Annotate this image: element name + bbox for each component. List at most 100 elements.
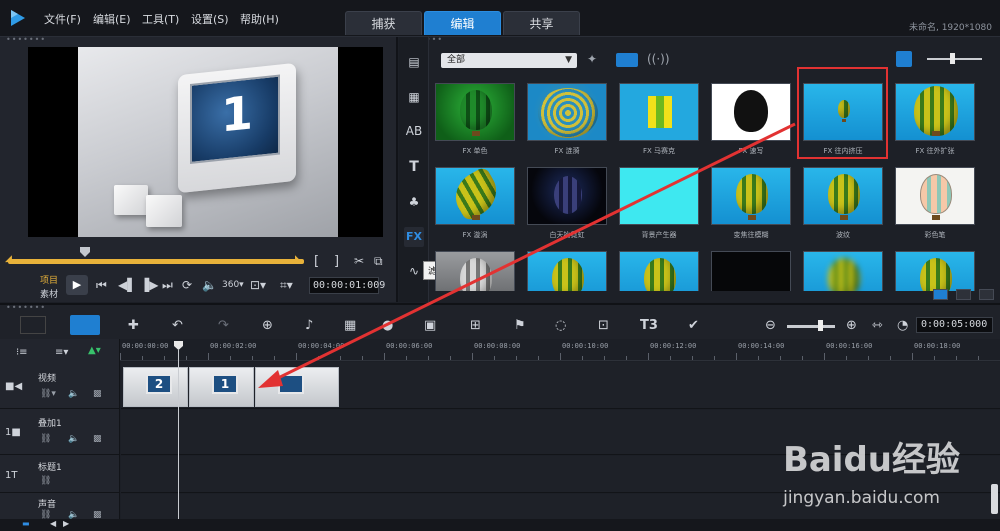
- trim-start-marker[interactable]: ◢: [5, 254, 12, 264]
- track-volume-icon[interactable]: 🔈: [68, 389, 79, 399]
- filter-fx-icon[interactable]: FX: [404, 227, 424, 247]
- track-manager-icon[interactable]: ⁝≡: [16, 347, 28, 358]
- sound-mixer-icon[interactable]: ♪: [305, 318, 313, 333]
- show-video-filters-button[interactable]: [616, 53, 638, 67]
- link-icon[interactable]: ⛓▾: [40, 389, 56, 399]
- zoom-in-icon[interactable]: ⊕: [846, 318, 857, 333]
- menu-file[interactable]: 文件(F): [44, 11, 81, 27]
- zoom-slider[interactable]: [787, 325, 835, 328]
- auto-music-icon[interactable]: ▦: [344, 318, 356, 333]
- menu-tools[interactable]: 工具(T): [142, 11, 179, 27]
- timeline-view-button[interactable]: [70, 315, 100, 335]
- fit-project-icon[interactable]: ⇿: [872, 318, 883, 333]
- preview-timecode[interactable]: 00:00:01:009: [309, 277, 385, 294]
- scroll-right-icon[interactable]: ▶: [63, 519, 69, 528]
- menu-help[interactable]: 帮助(H): [240, 11, 279, 27]
- video-clip[interactable]: [255, 367, 339, 407]
- list-view-button[interactable]: [933, 289, 948, 300]
- filter-item[interactable]: [711, 251, 791, 291]
- speed-icon[interactable]: ⚑: [514, 318, 526, 333]
- filter-item[interactable]: FX 单色: [435, 83, 515, 156]
- filter-item[interactable]: [435, 251, 515, 291]
- redo-icon[interactable]: ↷: [218, 318, 229, 333]
- undo-icon[interactable]: ↶: [172, 318, 183, 333]
- 360-icon[interactable]: 360▾: [222, 280, 244, 290]
- filter-item[interactable]: 背景产生器: [619, 167, 699, 240]
- tools-icon[interactable]: ✚: [128, 318, 139, 333]
- aspect-ratio-icon[interactable]: ⊡▾: [250, 278, 266, 292]
- record-capture-icon[interactable]: ⊕: [262, 318, 273, 333]
- next-frame-icon[interactable]: ▐▶: [140, 278, 158, 292]
- scroll-left-icon[interactable]: ◀: [50, 519, 56, 528]
- enlarge-preview-icon[interactable]: ⧉: [374, 254, 383, 269]
- path-icon[interactable]: ∿: [404, 261, 424, 281]
- menu-settings[interactable]: 设置(S): [191, 11, 229, 27]
- filter-item[interactable]: FX 马赛克: [619, 83, 699, 156]
- panel-grip[interactable]: •••••••: [6, 303, 46, 312]
- filter-item[interactable]: [895, 251, 975, 291]
- thumbnail-view-button[interactable]: [896, 51, 912, 67]
- mark-out-button[interactable]: ]: [334, 254, 339, 269]
- video-clip[interactable]: 1: [189, 367, 254, 407]
- filter-item[interactable]: 变焦往模糊: [711, 167, 791, 240]
- library-category-select[interactable]: 全部 ▼: [441, 53, 577, 68]
- cue-marker-icon[interactable]: ▲▾: [88, 345, 101, 356]
- crop-icon[interactable]: ⌗▾: [280, 278, 293, 293]
- mark-in-button[interactable]: [: [314, 254, 319, 269]
- scrubber-handle[interactable]: [80, 247, 90, 257]
- mode-clip[interactable]: 素材: [40, 287, 58, 300]
- time-remapping-icon[interactable]: ◌: [555, 318, 566, 333]
- track-volume-icon[interactable]: 🔈: [68, 434, 79, 444]
- filter-item[interactable]: 波纹: [803, 167, 883, 240]
- pan-zoom-icon[interactable]: ⊡: [598, 318, 609, 333]
- graphics-icon[interactable]: ♣: [404, 192, 424, 212]
- title-icon[interactable]: T: [404, 157, 424, 177]
- 3d-title-icon[interactable]: T3: [640, 318, 658, 333]
- details-view-button[interactable]: [956, 289, 971, 300]
- ripple-edit-icon[interactable]: ▩: [93, 434, 102, 444]
- filter-item[interactable]: FX 漩涡: [435, 167, 515, 240]
- trim-end-marker[interactable]: ◣: [295, 254, 302, 264]
- options-view-button[interactable]: [979, 289, 994, 300]
- trim-bar[interactable]: [8, 259, 304, 264]
- home-icon[interactable]: ⏮: [96, 278, 107, 293]
- motion-tracking-icon[interactable]: ●: [382, 318, 393, 333]
- timeline-scrollbar[interactable]: [991, 484, 998, 514]
- zoom-knob[interactable]: [818, 320, 823, 331]
- transition-icon[interactable]: AB: [404, 121, 424, 141]
- filter-item[interactable]: FX 速写: [711, 83, 791, 156]
- chapter-menu-icon[interactable]: ≡▾: [55, 347, 68, 358]
- instant-project-icon[interactable]: ▦: [404, 87, 424, 107]
- menu-edit[interactable]: 编辑(E): [93, 11, 131, 27]
- panel-grip[interactable]: •••••••: [6, 35, 46, 44]
- filter-item[interactable]: [619, 251, 699, 291]
- filter-item[interactable]: [527, 251, 607, 291]
- filter-item[interactable]: 彩色笔: [895, 167, 975, 240]
- filter-item[interactable]: FX 往外扩张: [895, 83, 975, 156]
- ripple-edit-icon[interactable]: ▩: [93, 389, 102, 399]
- time-ruler[interactable]: 00:00:00:00 00:00:02:00 00:00:04:00 00:00:0…: [120, 339, 1000, 361]
- thumbnail-size-knob[interactable]: [950, 53, 955, 64]
- add-favorite-icon[interactable]: ✦: [587, 52, 597, 66]
- split-clip-icon[interactable]: ✂: [354, 254, 364, 268]
- tab-capture[interactable]: 捕获: [345, 11, 422, 35]
- tab-edit[interactable]: 编辑: [424, 11, 501, 35]
- volume-icon[interactable]: 🔈: [202, 278, 217, 292]
- previous-frame-icon[interactable]: ◀▌: [118, 278, 136, 292]
- mode-project[interactable]: 项目: [40, 273, 58, 286]
- play-button[interactable]: ▶: [66, 275, 88, 295]
- media-icon[interactable]: ▤: [404, 52, 424, 72]
- multi-camera-icon[interactable]: ⊞: [470, 318, 481, 333]
- storyboard-view-button[interactable]: [20, 316, 46, 334]
- repeat-icon[interactable]: ⟳: [182, 278, 192, 292]
- filter-item[interactable]: FX 涟漪: [527, 83, 607, 156]
- zoom-out-icon[interactable]: ⊖: [765, 318, 776, 333]
- tab-share[interactable]: 共享: [503, 11, 580, 35]
- filter-item[interactable]: 白天抬霓虹: [527, 167, 607, 240]
- track-scroll-icon[interactable]: ▬: [22, 519, 30, 528]
- project-duration[interactable]: 0:00:05:000: [916, 317, 993, 333]
- show-audio-filters-icon[interactable]: ((·)): [647, 52, 670, 66]
- mask-creator-icon[interactable]: ✔: [688, 318, 699, 333]
- end-icon[interactable]: ⏭: [162, 278, 173, 293]
- subtitle-editor-icon[interactable]: ▣: [424, 318, 436, 333]
